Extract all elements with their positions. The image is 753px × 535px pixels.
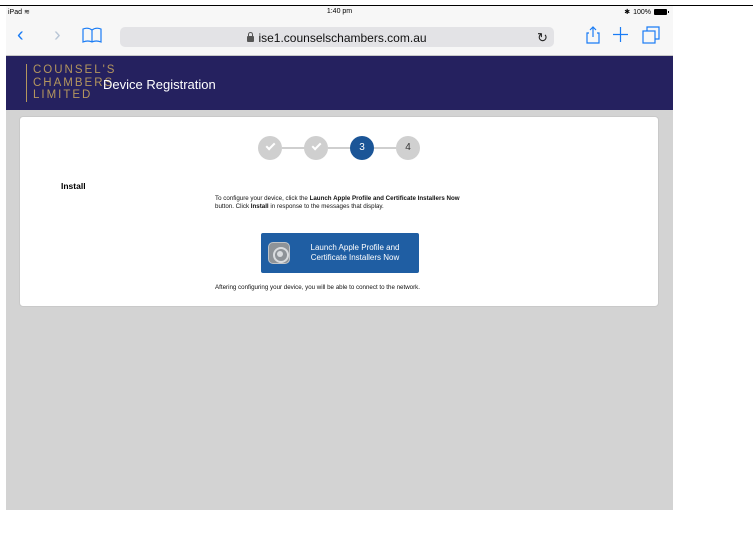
install-card: 3 4 Install To configure your device, cl… (19, 116, 659, 307)
launch-button-label: Launch Apple Profile and Certificate Ins… (310, 243, 400, 262)
page-title: Device Registration (103, 77, 216, 92)
status-right: ✱ 100% (624, 8, 669, 16)
forward-icon[interactable]: › (54, 25, 61, 45)
desc-text: To configure your device, click the (215, 195, 310, 202)
new-tab-icon[interactable] (612, 26, 629, 47)
section-title: Install (61, 181, 86, 191)
ipad-screen: iPad ≋ 1:40 pm ✱ 100% ‹ › ise1.counselsc… (6, 6, 673, 510)
url-label: ise1.counselschambers.com.au (258, 31, 427, 45)
install-instructions: To configure your device, click the Laun… (215, 195, 460, 211)
battery-icon (654, 9, 669, 15)
checkmark-icon (311, 140, 321, 151)
logo-line-1: COUNSEL'S (33, 64, 117, 76)
settings-gear-icon (268, 242, 290, 264)
status-bar: iPad ≋ 1:40 pm ✱ 100% (6, 6, 673, 20)
desc-bold-button-name: Launch Apple Profile and Certificate Ins… (309, 195, 460, 202)
lock-icon (247, 31, 255, 42)
site-header: COUNSEL'S CHAMBERS LIMITED Device Regist… (6, 56, 673, 110)
bluetooth-icon: ✱ (624, 9, 631, 16)
checkmark-icon (265, 140, 275, 151)
status-time: 1:40 pm (326, 8, 353, 15)
step-2-complete (304, 136, 328, 160)
reload-icon[interactable]: ↻ (537, 30, 548, 46)
tabs-icon[interactable] (642, 26, 660, 48)
desc-bold-install: Install (250, 203, 269, 210)
browser-toolbar: ‹ › ise1.counselschambers.com.au ↻ (6, 20, 673, 56)
step-4-pending: 4 (396, 136, 420, 160)
step-3-active: 3 (350, 136, 374, 160)
desc-text: in response to the messages that display… (268, 203, 384, 210)
address-text: ise1.counselschambers.com.au (120, 31, 554, 45)
address-bar[interactable]: ise1.counselschambers.com.au (120, 27, 554, 47)
back-icon[interactable]: ‹ (17, 25, 24, 45)
after-config-note: Aftering configuring your device, you wi… (215, 284, 420, 291)
share-icon[interactable] (586, 26, 600, 48)
step-1-complete (258, 136, 282, 160)
bookmarks-icon[interactable] (82, 27, 102, 47)
launch-installers-button[interactable]: Launch Apple Profile and Certificate Ins… (261, 233, 419, 273)
battery-percent: 100% (633, 8, 651, 16)
desc-text: button. Click (215, 203, 251, 210)
